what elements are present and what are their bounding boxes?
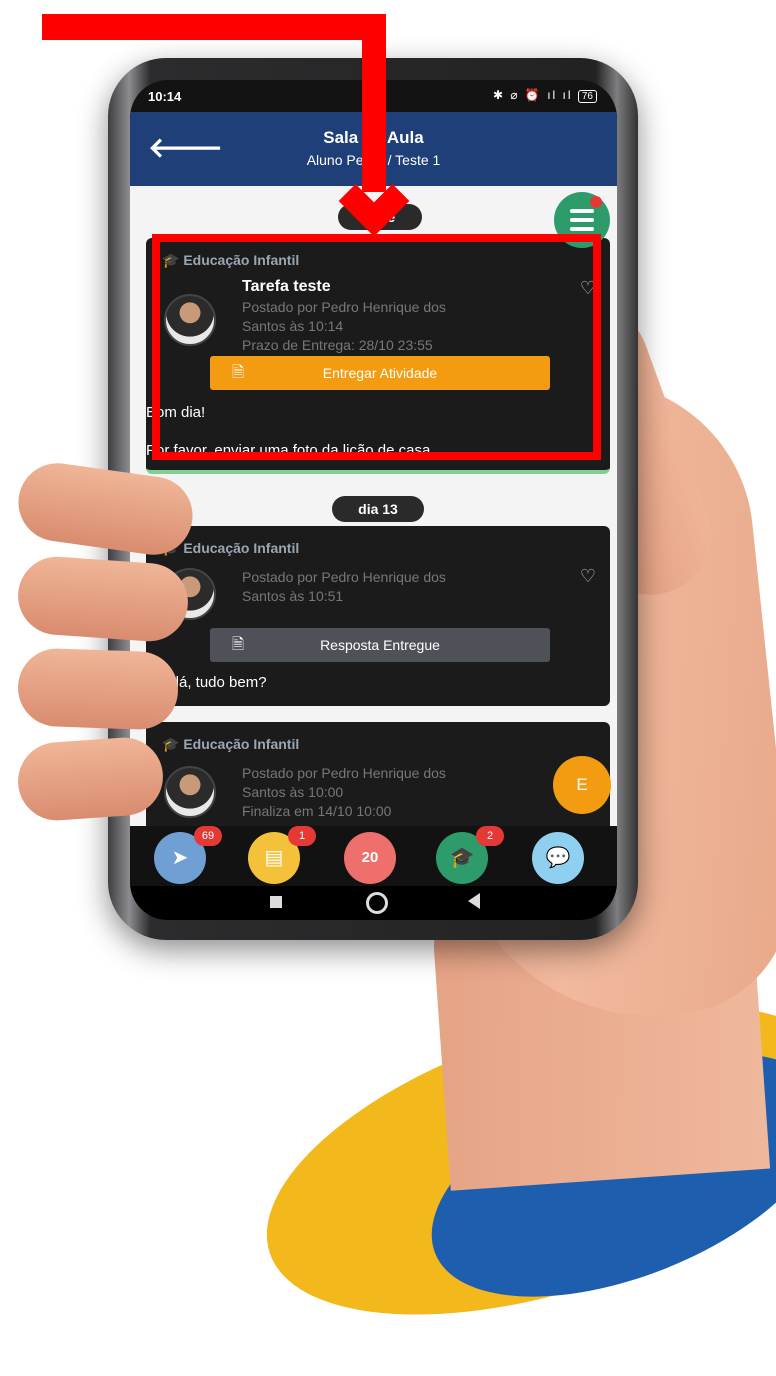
home-icon[interactable]	[366, 892, 388, 914]
badge-messages: 69	[194, 826, 222, 846]
date-chip-day13: dia 13	[332, 496, 424, 522]
hand-finger	[16, 647, 180, 731]
avatar	[164, 766, 216, 818]
battery-icon: 76	[577, 90, 597, 103]
post-card[interactable]: 🎓 Educação Infantil ♡ Postado por Pedro …	[146, 526, 610, 706]
post-body-line: Olá, tudo bem?	[164, 674, 267, 691]
post-meta: Postado por Pedro Henrique dos Santos às…	[242, 765, 446, 819]
hand-finger	[15, 735, 166, 823]
post-card[interactable]: 🎓 Educação Infantil Postado por Pedro He…	[146, 722, 610, 832]
status-icons: ✱ ⌀ ⏰ ıl ıl 76	[493, 88, 597, 103]
badge-classes: 2	[476, 826, 504, 846]
badge-notebook: 1	[288, 826, 316, 846]
response-delivered-button[interactable]: 🗎 Resposta Entregue	[210, 628, 550, 662]
annotation-arrow-bar	[42, 14, 386, 40]
chat-icon[interactable]: 💬	[532, 832, 584, 884]
bottom-nav: ➤ 69 ▤ 1 20 🎓 2 💬	[130, 826, 617, 886]
heart-icon[interactable]: ♡	[580, 566, 596, 587]
post-category: 🎓 Educação Infantil	[162, 736, 300, 752]
annotation-highlight-box	[152, 234, 601, 460]
status-time: 10:14	[148, 89, 182, 104]
system-nav-bar	[130, 886, 617, 920]
recents-icon[interactable]	[270, 896, 282, 908]
post-category: 🎓 Educação Infantil	[162, 540, 299, 557]
user-fab[interactable]: E	[553, 756, 611, 814]
hand-finger	[15, 554, 191, 644]
graduation-cap-icon: 🎓	[162, 736, 184, 752]
notification-dot	[590, 196, 602, 208]
post-meta: Postado por Pedro Henrique dos Santos às…	[242, 569, 446, 604]
back-icon[interactable]	[468, 893, 480, 909]
calendar-icon[interactable]: 20	[344, 832, 396, 884]
status-signal-icons: ✱ ⌀ ⏰ ıl ıl	[492, 88, 573, 102]
document-icon: 🗎	[232, 636, 245, 653]
